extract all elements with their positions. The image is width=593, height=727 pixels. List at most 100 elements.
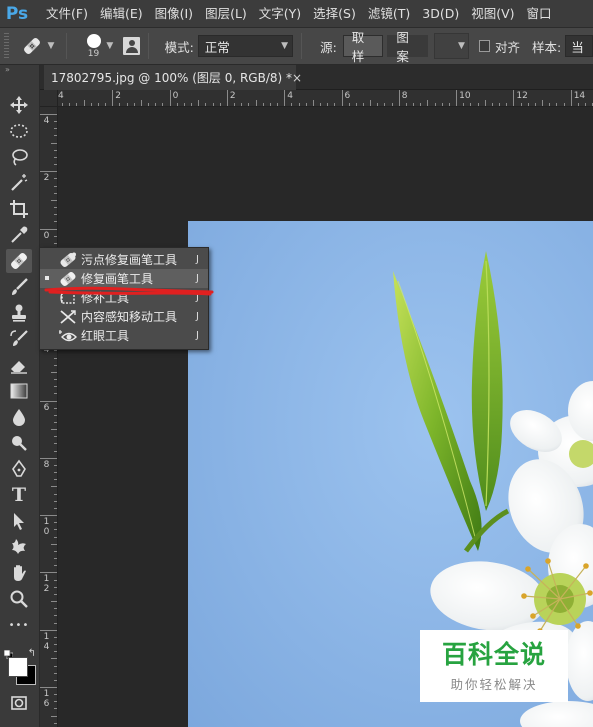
ruler-minor-tick [542, 100, 544, 106]
ruler-minor-tick [54, 665, 57, 667]
ruler-minor-tick [54, 121, 57, 123]
ruler-minor-tick [441, 103, 443, 106]
gradient-tool[interactable] [6, 379, 32, 403]
ruler-major-tick [112, 90, 114, 106]
mode-label: 模式: [164, 39, 194, 55]
ruler-minor-tick [241, 103, 243, 106]
ps-logo[interactable]: Ps [0, 0, 34, 27]
blur-tool[interactable] [6, 405, 32, 429]
ruler-major-tick [398, 90, 400, 106]
horizontal-ruler[interactable]: 4 2 0 2 4 6 8 10 12 14 [58, 90, 593, 107]
move-tool[interactable] [6, 93, 32, 117]
menu-window[interactable]: 窗口 [521, 0, 558, 27]
ruler-minor-tick [54, 407, 57, 409]
ruler-tick-label: 12 [516, 91, 528, 101]
source-sampled-button[interactable]: 取样 [342, 30, 384, 64]
patch-icon [58, 290, 78, 306]
menu-type[interactable]: 文字(Y) [253, 0, 307, 27]
ruler-minor-tick [212, 103, 214, 106]
menu-file[interactable]: 文件(F) [40, 0, 94, 27]
ruler-minor-tick [162, 103, 164, 106]
document-tab[interactable]: 17802795.jpg @ 100% (图层 0, RGB/8) * × [44, 65, 302, 90]
align-checkbox[interactable] [478, 40, 490, 52]
dodge-icon [12, 436, 27, 451]
menu-select[interactable]: 选择(S) [307, 0, 362, 27]
ruler-minor-tick [51, 543, 57, 545]
ruler-minor-tick [51, 486, 57, 488]
ruler-minor-tick [320, 103, 321, 106]
zoom-tool[interactable] [6, 587, 32, 611]
pen-tool[interactable] [6, 457, 32, 481]
healing-brush-icon [58, 271, 78, 287]
brush-preset-picker[interactable]: 19 [83, 33, 105, 59]
menu-layer[interactable]: 图层(L) [199, 0, 253, 27]
crop-tool[interactable] [6, 197, 32, 221]
ruler-minor-tick [69, 103, 71, 106]
ruler-minor-tick [54, 558, 57, 560]
custom-shape-tool[interactable] [6, 535, 32, 559]
options-bar-grip[interactable] [4, 33, 10, 59]
history-brush-tool[interactable] [6, 327, 32, 351]
ruler-minor-tick [205, 103, 207, 106]
swap-colors-icon[interactable]: ↰ [28, 648, 36, 659]
ruler-minor-tick [355, 103, 357, 106]
ruler-minor-tick [269, 103, 271, 106]
brush-tool[interactable] [6, 275, 32, 299]
ruler-major-tick [40, 457, 57, 459]
ruler-origin[interactable] [40, 90, 58, 107]
flyout-item-content-aware-move[interactable]: 内容感知移动工具 J [40, 307, 208, 326]
lasso-tool[interactable] [6, 145, 32, 169]
dodge-tool[interactable] [6, 431, 32, 455]
vertical-ruler[interactable]: 420246810121416 [40, 107, 58, 727]
brush-size-value: 19 [87, 48, 100, 59]
quick-mask-button[interactable] [6, 691, 32, 715]
mode-select[interactable]: 正常 ▼ [197, 35, 294, 57]
ruler-tick-label: 2 [115, 91, 122, 101]
flyout-item-healing-brush[interactable]: 修复画笔工具 J [40, 269, 208, 288]
pattern-picker[interactable]: ▼ [434, 33, 469, 59]
healing-brush-tool[interactable] [6, 249, 32, 273]
ruler-minor-tick [534, 103, 536, 106]
ruler-major-tick [40, 687, 57, 688]
menu-image[interactable]: 图像(I) [149, 0, 199, 27]
chevron-down-icon[interactable]: ▼ [106, 41, 113, 51]
menu-view[interactable]: 视图(V) [465, 0, 520, 27]
close-icon[interactable]: × [292, 71, 302, 85]
flyout-item-label: 红眼工具 [81, 329, 130, 343]
source-pattern-button[interactable]: 图案 [387, 30, 429, 64]
ruler-major-tick [513, 90, 515, 106]
clone-stamp-tool[interactable] [6, 301, 32, 325]
more-tools[interactable]: ••• [6, 613, 32, 637]
ruler-minor-tick [54, 522, 57, 524]
flyout-item-spot-healing[interactable]: 污点修复画笔工具 J [40, 250, 208, 269]
menu-edit[interactable]: 编辑(E) [94, 0, 149, 27]
eyedropper-tool[interactable] [6, 223, 32, 247]
watermark-logo: 百科全说 助你轻松解决 [420, 630, 568, 702]
collapse-toolbar-button[interactable]: » [0, 65, 39, 75]
ruler-minor-tick [54, 214, 57, 216]
flyout-item-patch[interactable]: 修补工具 J [40, 288, 208, 307]
ruler-minor-tick [54, 128, 57, 130]
eraser-tool[interactable] [6, 353, 32, 377]
flyout-item-shortcut: J [196, 330, 199, 341]
chevron-down-icon: ▼ [47, 41, 55, 51]
path-selection-tool[interactable] [6, 509, 32, 533]
menu-3d[interactable]: 3D(D) [416, 0, 465, 27]
hand-tool[interactable] [6, 561, 32, 585]
color-swatches: ↰ [4, 648, 38, 686]
stamp-icon [12, 304, 26, 322]
sample-label: 样本: [531, 39, 562, 55]
brush-settings-panel-icon[interactable] [123, 37, 140, 55]
ruler-minor-tick [384, 103, 386, 106]
magic-wand-tool[interactable] [6, 171, 32, 195]
marquee-tool[interactable] [6, 119, 32, 143]
type-tool[interactable]: T [6, 483, 32, 507]
menu-filter[interactable]: 滤镜(T) [362, 0, 416, 27]
ruler-minor-tick [491, 103, 493, 106]
flyout-item-red-eye[interactable]: 红眼工具 J [40, 326, 208, 345]
foreground-color-swatch[interactable] [8, 657, 28, 677]
tool-preset-picker[interactable]: ▼ [21, 35, 57, 57]
canvas-area[interactable]: 百科全说 助你轻松解决 [58, 107, 593, 727]
sample-select[interactable]: 当 [565, 35, 593, 57]
ruler-minor-tick [62, 103, 64, 106]
